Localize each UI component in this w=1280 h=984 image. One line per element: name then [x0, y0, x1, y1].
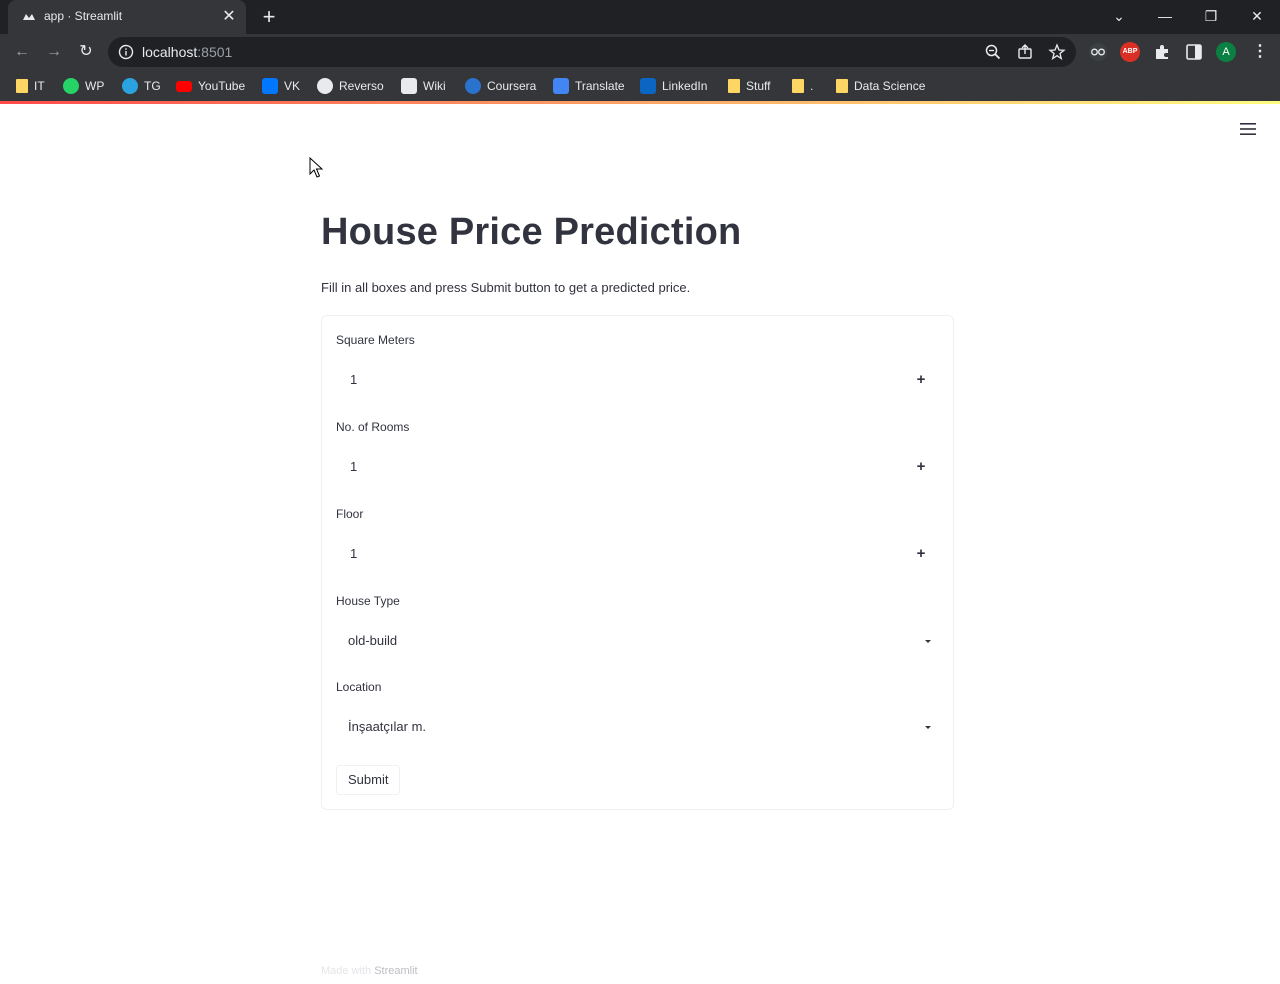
- reverso-icon: [317, 78, 333, 94]
- bookmark-label: .: [810, 79, 814, 93]
- url-port: :8501: [197, 44, 233, 60]
- bookmark-linkedin[interactable]: LinkedIn: [640, 76, 707, 96]
- bookmarks-bar: IT WP TG YouTube VK Reverso Wiki Courser…: [0, 70, 1280, 101]
- bookmark-label: Reverso: [339, 79, 384, 93]
- rooms-label: No. of Rooms: [336, 420, 410, 434]
- bookmark-label: Wiki: [423, 79, 446, 93]
- footer: Made with Streamlit: [321, 965, 418, 977]
- square-meters-value[interactable]: 1: [350, 372, 357, 387]
- side-panel-icon[interactable]: [1184, 42, 1204, 62]
- streamlit-favicon-icon: [23, 14, 35, 20]
- zoom-icon[interactable]: [984, 43, 1002, 61]
- url-text[interactable]: localhost:8501: [142, 44, 232, 60]
- vk-icon: [262, 78, 278, 94]
- bookmark-label: Coursera: [487, 79, 537, 93]
- bookmark-vk[interactable]: VK: [262, 76, 300, 96]
- new-tab-icon[interactable]: +: [256, 5, 282, 29]
- chevron-down-icon[interactable]: [923, 636, 933, 646]
- tab-search-icon[interactable]: ⌄: [1096, 0, 1142, 32]
- page-title: House Price Prediction: [321, 211, 742, 253]
- bookmark-label: YouTube: [198, 79, 246, 93]
- bookmark-translate[interactable]: Translate: [553, 76, 625, 96]
- footer-made-with: Made with: [321, 965, 372, 977]
- restore-icon[interactable]: ❐: [1188, 0, 1234, 32]
- telegram-icon: [122, 78, 138, 94]
- bookmark-label: LinkedIn: [662, 79, 708, 93]
- floor-value[interactable]: 1: [350, 546, 357, 561]
- adblock-icon[interactable]: ABP: [1120, 42, 1140, 62]
- forward-icon[interactable]: →: [40, 38, 68, 66]
- extension-glasses-icon[interactable]: [1088, 42, 1108, 62]
- prediction-form: Square Meters 1 + No. of Rooms 1 + Floor…: [321, 315, 954, 810]
- page-description: Fill in all boxes and press Submit butto…: [321, 280, 691, 295]
- floor-label: Floor: [336, 507, 364, 521]
- square-meters-increment-icon[interactable]: +: [911, 370, 931, 390]
- rooms-value[interactable]: 1: [350, 459, 357, 474]
- folder-icon: [728, 79, 740, 93]
- tab-close-icon[interactable]: ✕: [220, 8, 238, 26]
- rooms-increment-icon[interactable]: +: [911, 457, 931, 477]
- site-info-icon[interactable]: [118, 44, 134, 60]
- bookmark-label: VK: [284, 79, 301, 93]
- floor-input[interactable]: 1 +: [336, 534, 941, 574]
- folder-icon: [16, 79, 28, 93]
- bookmark-label: IT: [34, 79, 45, 93]
- wikipedia-icon: [401, 78, 417, 94]
- back-icon[interactable]: ←: [8, 38, 36, 66]
- browser-tab-strip: app · Streamlit ✕ + ⌄ — ❐ ✕: [0, 0, 1280, 34]
- linkedin-icon: [640, 78, 656, 94]
- youtube-icon: [176, 80, 192, 92]
- submit-button[interactable]: Submit: [336, 765, 401, 795]
- profile-avatar[interactable]: A: [1216, 42, 1236, 62]
- browser-menu-icon[interactable]: ⋮: [1250, 42, 1270, 62]
- footer-streamlit-link[interactable]: Streamlit: [374, 965, 417, 977]
- chevron-down-icon[interactable]: [923, 722, 933, 732]
- location-select[interactable]: İnşaatçılar m.: [336, 707, 941, 747]
- bookmark-label: Stuff: [746, 79, 771, 93]
- house-type-select[interactable]: old-build: [336, 621, 941, 661]
- address-bar[interactable]: localhost:8501: [108, 37, 1076, 67]
- bookmark-label: TG: [144, 79, 161, 93]
- house-type-value: old-build: [348, 633, 398, 648]
- share-icon[interactable]: [1016, 43, 1034, 61]
- bookmark-it[interactable]: IT: [16, 76, 45, 96]
- tab-title: app · Streamlit: [44, 9, 123, 23]
- bookmark-dot[interactable]: .: [792, 76, 813, 96]
- reload-icon[interactable]: ↻: [72, 38, 100, 66]
- browser-tab[interactable]: app · Streamlit ✕: [8, 0, 246, 34]
- rooms-input[interactable]: 1 +: [336, 447, 941, 487]
- square-meters-input[interactable]: 1 +: [336, 360, 941, 400]
- url-host: localhost: [142, 44, 198, 60]
- bookmark-wp[interactable]: WP: [63, 76, 104, 96]
- main-menu-icon[interactable]: [1238, 120, 1258, 138]
- mouse-cursor-icon: [309, 157, 323, 178]
- bookmark-stuff[interactable]: Stuff: [728, 76, 770, 96]
- whatsapp-icon: [63, 78, 79, 94]
- window-close-icon[interactable]: ✕: [1234, 0, 1280, 32]
- folder-icon: [792, 79, 804, 93]
- streamlit-top-decoration: [0, 101, 1280, 104]
- coursera-icon: [465, 78, 481, 94]
- location-label: Location: [336, 680, 382, 694]
- bookmark-wiki[interactable]: Wiki: [401, 76, 446, 96]
- translate-icon: [553, 78, 569, 94]
- location-value: İnşaatçılar m.: [348, 719, 427, 734]
- bookmark-label: WP: [85, 79, 105, 93]
- square-meters-label: Square Meters: [336, 333, 415, 347]
- bookmark-youtube[interactable]: YouTube: [176, 76, 245, 96]
- bookmark-data-science[interactable]: Data Science: [836, 76, 925, 96]
- bookmark-coursera[interactable]: Coursera: [465, 76, 536, 96]
- house-type-label: House Type: [336, 594, 400, 608]
- extensions-puzzle-icon[interactable]: [1152, 42, 1172, 62]
- floor-increment-icon[interactable]: +: [911, 544, 931, 564]
- bookmark-star-icon[interactable]: [1048, 43, 1066, 61]
- bookmark-tg[interactable]: TG: [122, 76, 161, 96]
- bookmark-label: Data Science: [854, 79, 926, 93]
- browser-toolbar: ← → ↻ localhost:8501 ABP A ⋮: [0, 34, 1280, 70]
- minimize-icon[interactable]: —: [1142, 0, 1188, 32]
- bookmark-label: Translate: [575, 79, 625, 93]
- bookmark-reverso[interactable]: Reverso: [317, 76, 384, 96]
- folder-icon: [836, 79, 848, 93]
